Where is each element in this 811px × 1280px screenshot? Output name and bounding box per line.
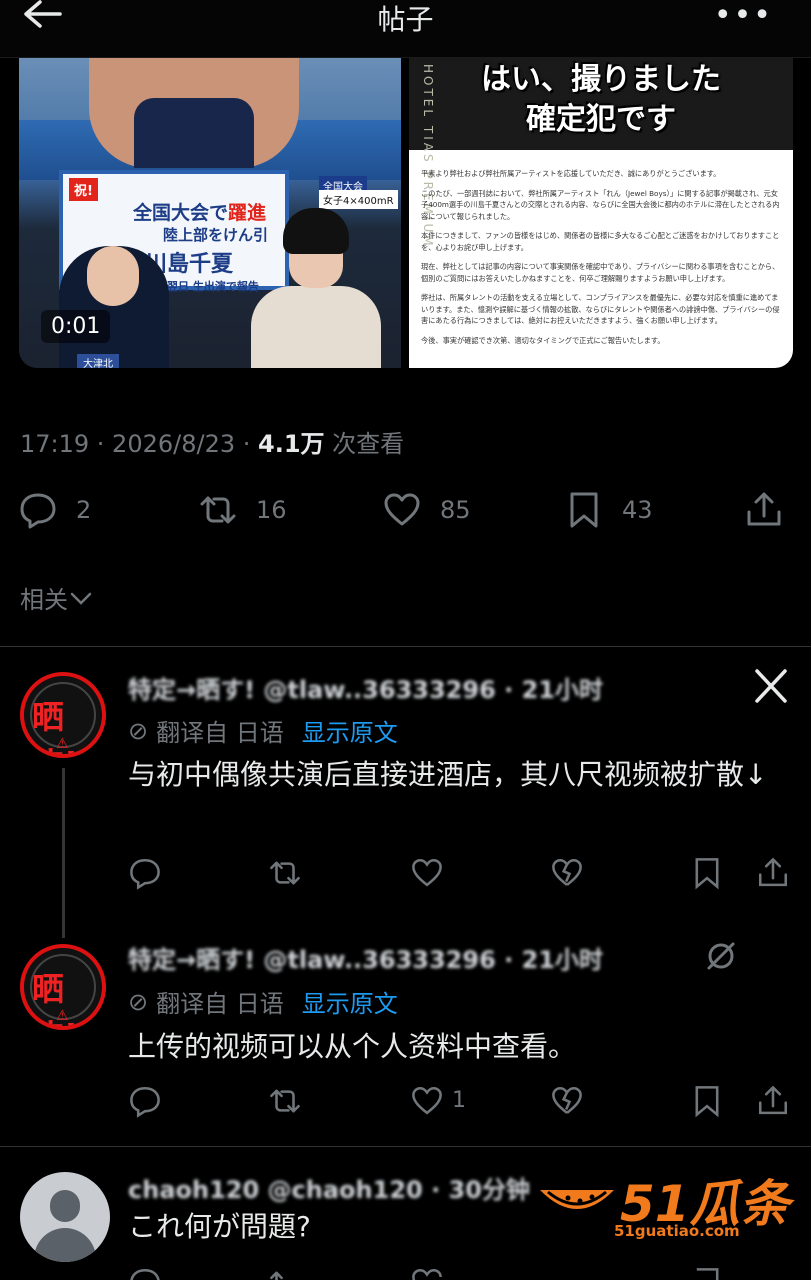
- retweet-icon[interactable]: [268, 1084, 302, 1118]
- tweet-text: 上传的视频可以从个人资料中查看。: [128, 1030, 577, 1063]
- heart-icon[interactable]: [410, 1084, 444, 1118]
- body: [251, 286, 381, 368]
- doc-paragraph: 平素より弊社および弊社所属アーティストを応援していただき、誠にありがとうございま…: [421, 169, 721, 178]
- like-button[interactable]: 85: [382, 490, 471, 530]
- view-suffix: 次查看: [324, 430, 405, 458]
- broken-heart-icon[interactable]: [550, 856, 584, 890]
- divider: [0, 646, 811, 647]
- caption-line-2: 確定犯です: [526, 102, 676, 137]
- reply-icon[interactable]: [128, 1266, 162, 1280]
- tweet-author[interactable]: 特定→晒す! @tlaw..36333296 · 21小时: [128, 940, 603, 975]
- thread-line: [62, 768, 65, 938]
- bookmark-icon[interactable]: [690, 1266, 724, 1280]
- name-sign: 大津北: [77, 354, 119, 368]
- page-title: 帖子: [377, 2, 434, 36]
- image-caption: はい、撮りました 確定犯です: [409, 60, 793, 140]
- share-icon: [747, 492, 781, 526]
- panel-line1-a: 全国大会で: [133, 202, 229, 224]
- site-watermark: 51瓜条 51guatiao.com: [534, 1160, 794, 1244]
- doc-paragraph: このたび、一部週刊誌において、弊社所属アーティスト「れん（Jewel Boys）…: [421, 188, 780, 221]
- show-original-link[interactable]: 显示原文: [302, 984, 398, 1019]
- heart-icon: [384, 493, 420, 526]
- hair: [283, 208, 349, 254]
- person-right: [251, 208, 381, 368]
- avatar-body: [34, 1228, 96, 1262]
- face: [87, 246, 139, 306]
- heart-icon[interactable]: [410, 856, 444, 890]
- reply-icon[interactable]: [128, 856, 162, 890]
- broken-heart-icon[interactable]: [550, 1084, 584, 1118]
- reply-button[interactable]: 2: [18, 490, 91, 530]
- retweet-icon[interactable]: [268, 1266, 302, 1280]
- like-count: 1: [452, 1088, 466, 1113]
- doc-paragraph: 現在、弊社としては記事の内容について事実関係を確認中であり、プライバシーに関わる…: [421, 262, 780, 283]
- retweet-button[interactable]: 16: [198, 490, 287, 530]
- doc-paragraph: 弊社は、所属タレントの活動を支える立場として、コンプライアンスを最優先に、必要な…: [421, 293, 780, 325]
- doc-paragraph: 本件につきまして、ファンの皆様をはじめ、関係者の皆様に多大なるご心配とご迷惑をお…: [421, 231, 780, 252]
- bookmark-icon[interactable]: [690, 856, 724, 890]
- bookmark-icon[interactable]: [690, 1084, 724, 1118]
- view-count: 4.1万: [258, 430, 325, 458]
- grok-icon[interactable]: [705, 940, 737, 972]
- post-meta: 17:19 · 2026/8/23 · 4.1万 次查看: [20, 424, 404, 459]
- tweet-author[interactable]: chaoh120 @chaoh120 · 30分钟: [128, 1170, 530, 1205]
- bookmark-icon: [570, 492, 598, 528]
- tweet-action-bar: [128, 1266, 808, 1280]
- related-label: 相关: [20, 586, 68, 614]
- post-action-bar: 2 16 85 43: [0, 490, 811, 536]
- side-tag-2: 女子4×400mR: [319, 190, 398, 209]
- reply-icon: [20, 493, 56, 529]
- related-toggle[interactable]: 相关: [20, 580, 94, 615]
- reply-count: 2: [76, 496, 92, 524]
- warning-icon: ⚠: [56, 1008, 69, 1024]
- tweet-action-bar: [128, 856, 808, 892]
- caption-line-1: はい、撮りました: [481, 62, 721, 97]
- tweet-author[interactable]: 特定→晒す! @tlaw..36333296 · 21小时: [128, 670, 603, 705]
- tweet-action-bar: 1: [128, 1084, 808, 1120]
- athlete-top: [134, 98, 254, 168]
- panel-line1: 全国大会で躍進: [133, 198, 266, 225]
- watermelon-logo-icon: [540, 1190, 614, 1209]
- translation-line: ⊘ 翻译自 日语 显示原文: [128, 713, 398, 748]
- back-arrow-icon[interactable]: [20, 0, 66, 30]
- avatar-head: [50, 1190, 80, 1222]
- post-media[interactable]: 祝! 全国大会で躍進 陸上部をけん引 川島千夏 大会翌日 生出演で報告 全国大会…: [19, 58, 793, 370]
- like-count: 85: [440, 496, 471, 524]
- reply-icon[interactable]: [128, 1084, 162, 1118]
- post-timestamp: 17:19 · 2026/8/23 ·: [20, 430, 258, 458]
- bookmark-count: 43: [622, 496, 653, 524]
- share-icon[interactable]: [756, 1084, 790, 1118]
- tweet-text: 与初中偶像共演后直接进酒店，其八尺视频被扩散↓: [128, 758, 768, 791]
- translate-icon: ⊘: [128, 987, 149, 1016]
- video-duration: 0:01: [41, 310, 111, 343]
- share-button[interactable]: [744, 490, 784, 530]
- show-original-link[interactable]: 显示原文: [302, 713, 398, 748]
- translate-icon: ⊘: [128, 716, 149, 745]
- image-thumbnail[interactable]: HOTEL TIAS PREMIUM はい、撮りました 確定犯です 平素より弊社…: [409, 58, 793, 368]
- heart-icon[interactable]: [410, 1266, 444, 1280]
- warning-icon: ⚠: [56, 736, 69, 752]
- translation-line: ⊘ 翻译自 日语 显示原文: [128, 984, 398, 1019]
- x-logo-icon: [755, 669, 787, 703]
- retweet-count: 16: [256, 496, 287, 524]
- avatar[interactable]: 晒す! ⚠: [20, 672, 106, 758]
- share-icon[interactable]: [756, 856, 790, 890]
- person-left: [59, 246, 169, 368]
- avatar[interactable]: 晒す! ⚠: [20, 944, 106, 1030]
- doc-paragraph: 今後、事実が確認でき次第、適切なタイミングで正式にご報告いたします。: [421, 335, 665, 345]
- translate-label: 翻译自 日语: [156, 990, 284, 1018]
- more-options-icon[interactable]: •••: [714, 0, 773, 33]
- chevron-down-icon: [70, 592, 92, 605]
- top-bar: 帖子 •••: [0, 0, 811, 58]
- panel-tag: 祝!: [69, 178, 98, 201]
- watermark-url: 51guatiao.com: [614, 1222, 740, 1240]
- video-thumbnail[interactable]: 祝! 全国大会で躍進 陸上部をけん引 川島千夏 大会翌日 生出演で報告 全国大会…: [19, 58, 401, 368]
- translate-label: 翻译自 日语: [156, 719, 284, 747]
- default-avatar[interactable]: [20, 1172, 110, 1262]
- statement-document: 平素より弊社および弊社所属アーティストを応援していただき、誠にありがとうございま…: [421, 168, 781, 354]
- retweet-icon: [200, 496, 236, 524]
- retweet-icon[interactable]: [268, 856, 302, 890]
- divider: [0, 1146, 811, 1147]
- bookmark-button[interactable]: 43: [564, 490, 653, 530]
